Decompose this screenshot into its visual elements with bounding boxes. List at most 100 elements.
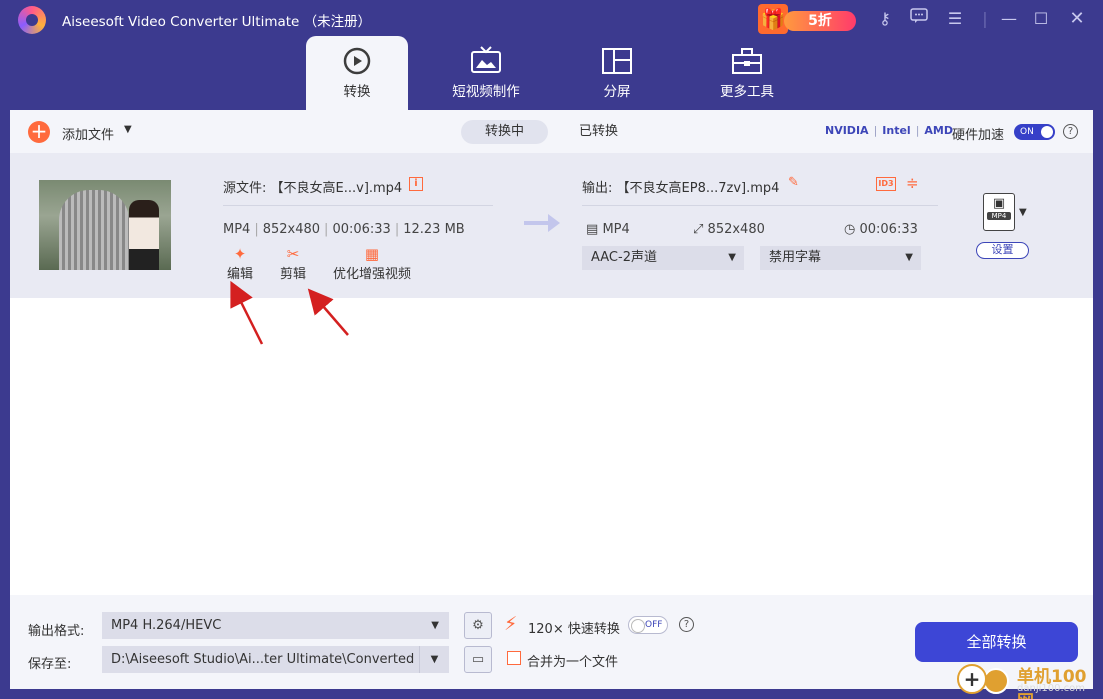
pen-icon[interactable]: ✎ bbox=[788, 175, 799, 190]
source-file-label: 源文件: 【不良女高E...v].mp4 bbox=[223, 181, 403, 196]
subtitle-value: 禁用字幕 bbox=[769, 250, 822, 265]
add-file-button[interactable]: 添加文件 bbox=[62, 124, 114, 143]
minimize-icon[interactable]: — bbox=[998, 8, 1020, 30]
thumbnail-person bbox=[129, 200, 159, 270]
save-to-label: 保存至: bbox=[28, 657, 72, 672]
tab-label: 短视频制作 bbox=[452, 84, 520, 100]
tab-label: 更多工具 bbox=[720, 84, 774, 100]
chevron-down-icon[interactable]: ▼ bbox=[1019, 207, 1027, 218]
convert-icon bbox=[343, 47, 371, 75]
magic-wand-icon: ✦ bbox=[233, 245, 247, 263]
hw-accel-label: 硬件加速 bbox=[952, 128, 1005, 143]
source-divider bbox=[223, 205, 493, 206]
audio-track-select[interactable]: AAC-2声道 ▼ bbox=[582, 246, 744, 270]
chevron-down-icon: ▼ bbox=[728, 252, 736, 263]
tab-label: 分屏 bbox=[603, 84, 631, 100]
key-icon[interactable]: ⚷ bbox=[874, 8, 896, 30]
scissors-icon: ✂ bbox=[286, 245, 300, 263]
hw-accel-toggle[interactable]: ON bbox=[1014, 124, 1055, 140]
output-file-label: 输出: 【不良女高EP8...7zv].mp4 bbox=[582, 181, 780, 196]
settings-button[interactable]: 设置 bbox=[976, 242, 1029, 259]
chevron-down-icon: ▼ bbox=[905, 252, 913, 263]
format-badge: MP4 bbox=[987, 212, 1011, 220]
speed-label: 120× 快速转换 bbox=[528, 622, 620, 637]
source-format: MP4 bbox=[223, 222, 251, 237]
info-icon[interactable]: i bbox=[409, 177, 423, 191]
chevron-down-icon[interactable]: ▼ bbox=[124, 124, 132, 135]
watermark-circle-icon bbox=[983, 668, 1009, 694]
thumbnail-gate bbox=[59, 190, 129, 270]
chevron-down-icon: ▼ bbox=[431, 620, 439, 631]
id3-icon[interactable]: ID3 bbox=[876, 177, 896, 191]
output-format: ▤ MP4 bbox=[586, 222, 630, 237]
output-format-value: MP4 H.264/HEVC bbox=[111, 618, 222, 633]
toolbox-icon bbox=[732, 48, 762, 74]
chat-icon[interactable] bbox=[908, 8, 930, 30]
expand-icon: ⤢ bbox=[693, 222, 704, 237]
bottom-bar: 输出格式: MP4 H.264/HEVC ▼ ⚙ 保存至: D:\Aiseeso… bbox=[10, 595, 1093, 689]
hw-vendors: NVIDIA | Intel | AMD bbox=[825, 124, 954, 137]
film-icon: ▤ bbox=[586, 222, 599, 237]
source-meta: MP4 | 852x480 | 00:06:33 | 12.23 MB bbox=[223, 222, 465, 237]
promo-banner[interactable]: 🎁 5折 bbox=[758, 2, 868, 34]
annotation-arrows bbox=[230, 280, 349, 345]
maximize-icon[interactable]: ☐ bbox=[1030, 8, 1052, 30]
output-format-value: MP4 bbox=[602, 222, 630, 237]
film-icon: ▣ bbox=[992, 196, 1006, 211]
audio-track-value: AAC-2声道 bbox=[591, 250, 657, 265]
bolt-icon: ⚡ bbox=[504, 613, 518, 635]
output-format-select[interactable]: MP4 H.264/HEVC ▼ bbox=[102, 612, 449, 639]
output-duration: ◷ 00:06:33 bbox=[844, 222, 918, 237]
split-screen-icon bbox=[602, 48, 632, 74]
toolbar: + 添加文件 ▼ 转换中 已转换 NVIDIA | Intel | AMD 硬件加速 O… bbox=[10, 110, 1093, 153]
output-format-icon[interactable]: ▣ MP4 bbox=[983, 193, 1015, 231]
save-to-field[interactable]: D:\Aiseesoft Studio\Ai...ter Ultimate\Co… bbox=[102, 646, 419, 673]
subtitle-select[interactable]: 禁用字幕 ▼ bbox=[760, 246, 921, 270]
source-resolution: 852x480 bbox=[262, 222, 321, 237]
tv-icon bbox=[471, 46, 501, 73]
save-to-dropdown[interactable]: ▼ bbox=[419, 646, 449, 673]
enhance-button[interactable]: ▦ 优化增强视频 bbox=[333, 245, 411, 282]
menu-icon[interactable]: ☰ bbox=[944, 8, 966, 30]
open-folder-button[interactable]: ▭ bbox=[464, 646, 492, 673]
hw-intel: Intel bbox=[882, 124, 911, 137]
add-file-icon[interactable]: + bbox=[28, 121, 50, 143]
merge-checkbox[interactable] bbox=[507, 651, 521, 665]
edit-button[interactable]: ✦ 编辑 bbox=[227, 245, 253, 282]
tab-label: 转换 bbox=[343, 84, 371, 100]
output-format-label: 输出格式: bbox=[28, 624, 85, 639]
trim-button[interactable]: ✂ 剪辑 bbox=[280, 245, 306, 282]
tab-short-video[interactable]: 短视频制作 bbox=[435, 36, 537, 110]
title-bar: Aiseesoft Video Converter Ultimate （未注册）… bbox=[0, 0, 1103, 110]
output-resolution: ⤢ 852x480 bbox=[693, 222, 765, 237]
hw-amd: AMD bbox=[924, 124, 954, 137]
speed-toggle[interactable]: OFF bbox=[628, 616, 668, 634]
clock-icon: ◷ bbox=[844, 222, 856, 237]
help-icon[interactable]: ? bbox=[1063, 124, 1078, 139]
tab-more-tools[interactable]: 更多工具 bbox=[696, 36, 798, 110]
output-divider bbox=[582, 205, 938, 206]
file-row: 源文件: 【不良女高E...v].mp4 i MP4 | 852x480 | 00:06… bbox=[10, 153, 1093, 298]
merge-label: 合并为一个文件 bbox=[527, 655, 619, 670]
watermark-sub: danji100.com bbox=[1017, 683, 1085, 694]
titlebar-divider: | bbox=[982, 9, 988, 28]
main-content: + 添加文件 ▼ 转换中 已转换 NVIDIA | Intel | AMD 硬件加速 O… bbox=[10, 110, 1093, 595]
tab-converting[interactable]: 转换中 bbox=[461, 120, 549, 144]
help-icon[interactable]: ? bbox=[679, 617, 694, 632]
watermark-plus-icon: + bbox=[957, 664, 987, 694]
close-icon[interactable]: ✕ bbox=[1066, 8, 1088, 30]
watermark: + 单机100网 danji100.com bbox=[955, 662, 1103, 699]
video-thumbnail[interactable] bbox=[39, 180, 171, 270]
output-resolution-value: 852x480 bbox=[707, 222, 765, 237]
split-icon[interactable]: ≑ bbox=[906, 174, 919, 192]
output-duration-value: 00:06:33 bbox=[859, 222, 918, 237]
tab-convert[interactable]: 转换 bbox=[306, 36, 408, 110]
hw-nvidia: NVIDIA bbox=[825, 124, 869, 137]
save-to-value: D:\Aiseesoft Studio\Ai...ter Ultimate\Co… bbox=[111, 652, 415, 667]
format-settings-button[interactable]: ⚙ bbox=[464, 612, 492, 639]
convert-all-button[interactable]: 全部转换 bbox=[915, 622, 1078, 662]
tab-converted[interactable]: 已转换 bbox=[555, 120, 642, 144]
source-duration: 00:06:33 bbox=[332, 222, 391, 237]
promo-badge: 5折 bbox=[784, 11, 856, 31]
tab-split-screen[interactable]: 分屏 bbox=[566, 36, 668, 110]
